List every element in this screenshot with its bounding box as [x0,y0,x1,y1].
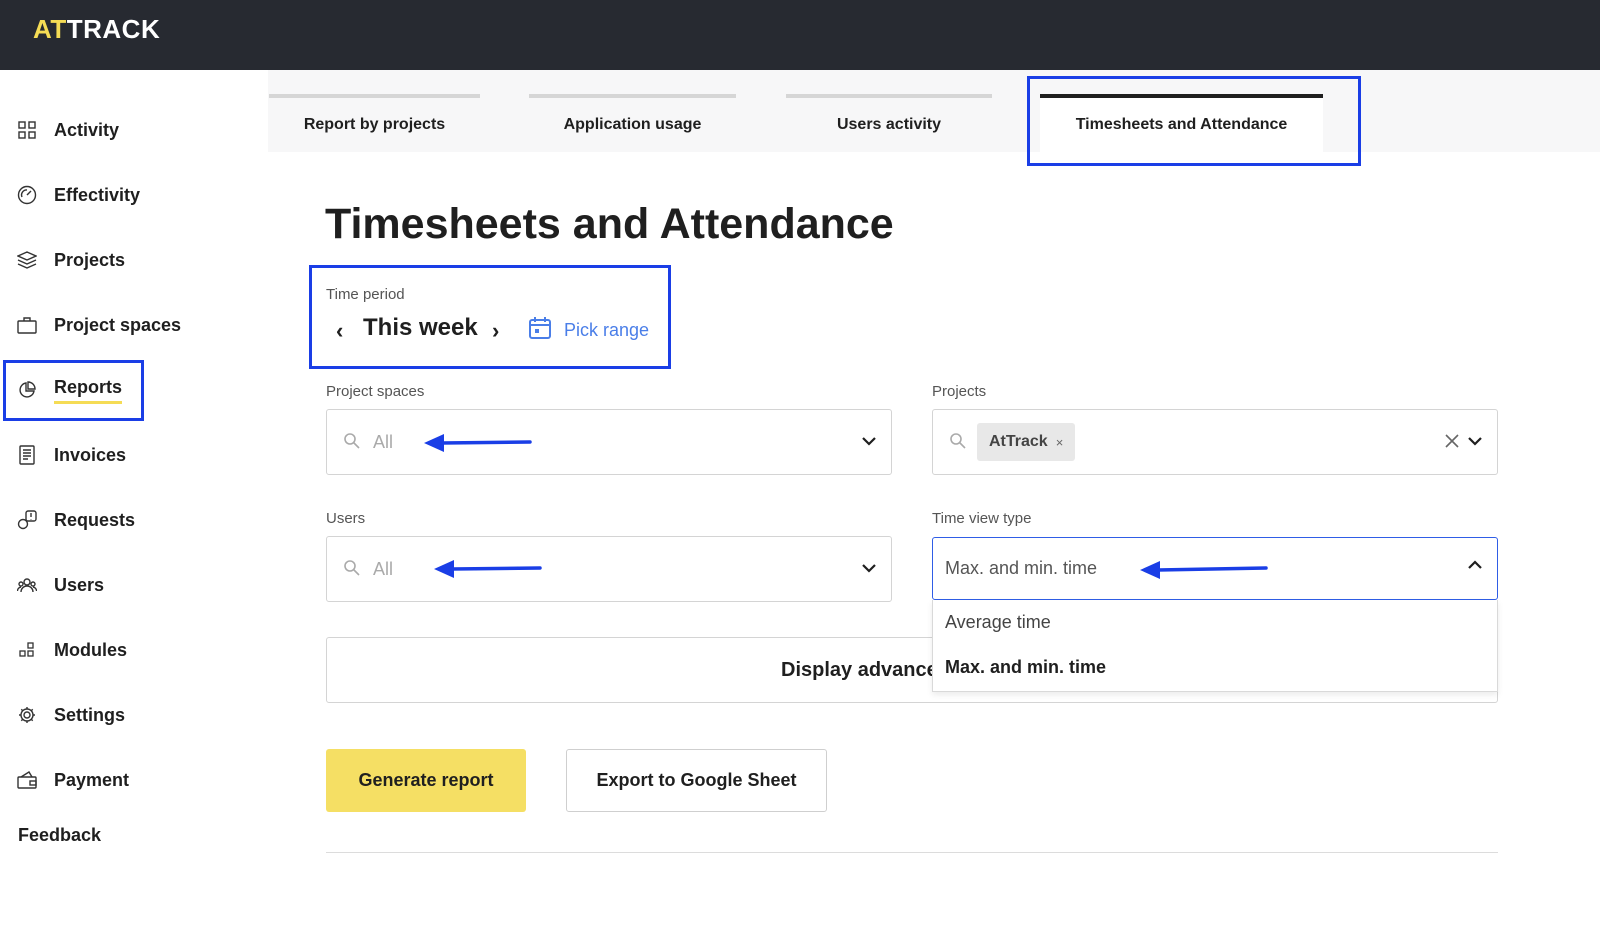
wallet-icon [17,770,37,790]
projects-select[interactable]: AtTrack × [932,409,1498,475]
sidebar-item-label: Effectivity [54,184,141,205]
tab-label: Report by projects [303,116,446,133]
generate-report-button[interactable]: Generate report [326,749,526,812]
sidebar-item-label: Projects [54,249,126,270]
project-chip-label: AtTrack [989,433,1048,450]
sidebar-item-label: Requests [54,509,136,530]
chevron-up-icon[interactable] [1467,558,1483,576]
receipt-icon [17,445,37,465]
chevron-down-icon[interactable] [1467,434,1483,452]
clear-icon[interactable] [1443,432,1461,455]
project-spaces-label: Project spaces [326,383,425,400]
tab-indicator [269,94,480,98]
highlight-box-time-period [309,265,671,369]
sidebar-item-label: Activity [54,119,120,140]
search-icon [343,432,361,455]
tab-label: Application usage [563,116,702,133]
search-icon [949,432,967,455]
tab-users-activity[interactable]: Users activity [786,94,992,152]
request-icon [17,510,37,530]
project-spaces-select[interactable]: All [326,409,892,475]
chevron-down-icon[interactable] [861,561,877,579]
option-max-min-time[interactable]: Max. and min. time [945,657,1106,678]
users-label: Users [326,510,366,527]
sidebar-item-label: Modules [54,639,128,660]
chevron-down-icon[interactable] [861,434,877,452]
time-view-type-value: Max. and min. time [945,558,1098,578]
app-logo[interactable]: ATTRACK [33,14,160,45]
sidebar-item-requests[interactable]: Requests [0,500,268,540]
sidebar-item-label: Payment [54,769,130,790]
highlight-box-tab [1027,76,1361,166]
tab-application-usage[interactable]: Application usage [529,94,736,152]
divider [326,852,1498,853]
top-bar: ATTRACK [0,0,1600,70]
users-placeholder: All [373,559,394,579]
arrow-annotation [424,434,532,452]
chip-remove-button[interactable]: × [1056,435,1064,450]
sidebar-item-activity[interactable]: Activity [0,110,268,150]
logo-accent-text: AT [33,14,67,44]
feedback-link[interactable]: Feedback [18,825,101,846]
project-spaces-placeholder: All [373,432,394,452]
sidebar-item-effectivity[interactable]: Effectivity [0,175,268,215]
tab-label: Users activity [836,116,942,133]
export-google-sheet-button[interactable]: Export to Google Sheet [566,749,827,812]
option-average-time[interactable]: Average time [945,612,1051,633]
gear-icon [17,705,37,725]
sidebar-item-invoices[interactable]: Invoices [0,435,268,475]
arrow-annotation [1140,561,1268,579]
tab-report-by-projects[interactable]: Report by projects [269,94,480,152]
sidebar-item-label: Invoices [54,444,127,465]
modules-icon [17,640,37,660]
search-icon [343,559,361,582]
grid-icon [17,120,37,140]
display-advanced-label: Display advanced [781,659,950,681]
sidebar-item-label: Settings [54,704,126,725]
projects-label: Projects [932,383,987,400]
tab-indicator [786,94,992,98]
gauge-icon [17,185,37,205]
time-view-type-label: Time view type [932,510,1032,527]
highlight-box-reports [3,360,144,421]
tab-indicator [529,94,736,98]
sidebar-item-modules[interactable]: Modules [0,630,268,670]
users-icon [17,575,37,595]
sidebar-item-label: Project spaces [54,314,182,335]
page-title: Timesheets and Attendance [325,200,894,248]
time-view-type-dropdown: Average time Max. and min. time [932,600,1498,692]
project-chip: AtTrack × [977,423,1076,461]
layers-icon [17,250,37,270]
sidebar-item-projects[interactable]: Projects [0,240,268,280]
sidebar-item-payment[interactable]: Payment [0,760,268,800]
logo-text: TRACK [66,14,161,44]
sidebar-item-project-spaces[interactable]: Project spaces [0,305,268,345]
briefcase-icon [17,315,37,335]
users-select[interactable]: All [326,536,892,602]
sidebar-item-users[interactable]: Users [0,565,268,605]
sidebar-item-label: Users [54,574,105,595]
arrow-annotation [434,560,542,578]
sidebar-item-settings[interactable]: Settings [0,695,268,735]
